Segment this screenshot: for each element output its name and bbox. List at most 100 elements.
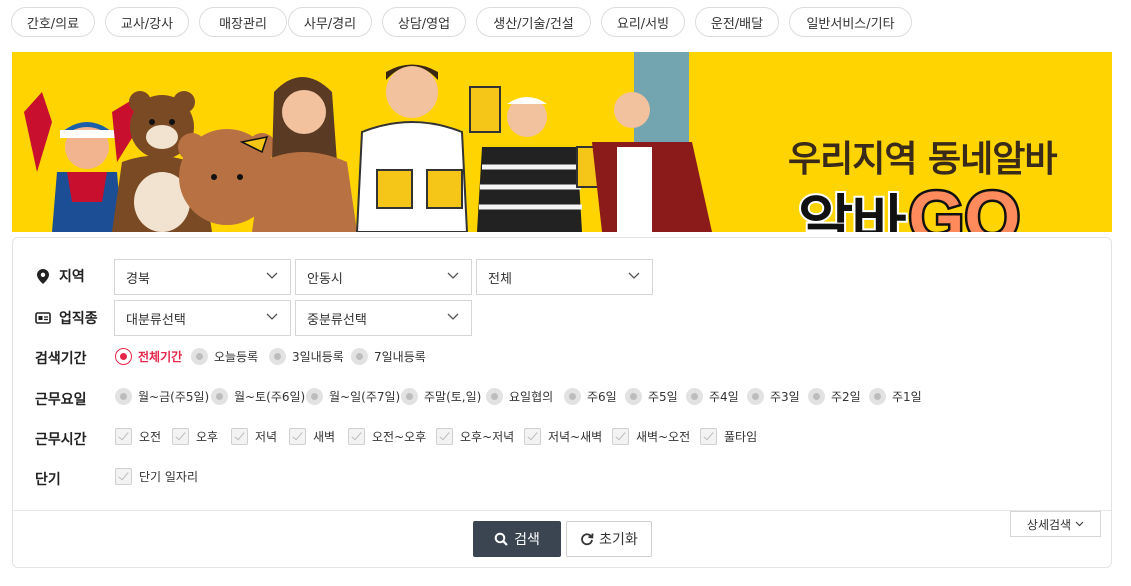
radio-icon xyxy=(747,388,764,405)
search-icon xyxy=(494,532,508,546)
workdays-option-label: 주1일 xyxy=(892,390,922,404)
workdays-radio-4days[interactable]: 주4일 xyxy=(686,388,739,405)
search-button-label: 검색 xyxy=(514,532,540,548)
worktime-check-fulltime[interactable]: 풀타임 xyxy=(700,428,757,445)
reset-button-label: 초기화 xyxy=(599,532,638,548)
checkbox-icon xyxy=(289,428,306,445)
category-pill-store[interactable]: 매장관리 xyxy=(199,7,287,37)
chevron-down-icon xyxy=(1075,521,1084,527)
workdays-row-label: 근무요일 xyxy=(35,389,87,409)
id-card-icon xyxy=(35,310,51,326)
workdays-radio-5days[interactable]: 주5일 xyxy=(625,388,678,405)
industry-major-select[interactable]: 대분류선택 xyxy=(114,300,291,336)
industry-minor-value: 중분류선택 xyxy=(307,312,367,328)
region-label: 지역 xyxy=(59,269,85,285)
category-pill-service[interactable]: 일반서비스/기타 xyxy=(789,7,912,37)
worktime-option-label: 오전 xyxy=(139,430,162,444)
worktime-option-label: 오후 xyxy=(196,430,219,444)
period-option-label: 오늘등록 xyxy=(214,350,259,364)
workdays-option-label: 요일협의 xyxy=(509,390,554,404)
banner-title-go: GO xyxy=(906,176,1023,233)
shortterm-row-label: 단기 xyxy=(35,469,61,489)
chevron-down-icon xyxy=(447,272,459,279)
category-pill-cooking[interactable]: 요리/서빙 xyxy=(601,7,685,37)
refresh-icon xyxy=(581,533,594,546)
radio-icon xyxy=(869,388,886,405)
workdays-radio-mon-sat[interactable]: 월~토(주6일) xyxy=(211,388,305,405)
category-pill-sales[interactable]: 상담/영업 xyxy=(382,7,466,37)
worktime-option-label: 풀타임 xyxy=(724,430,758,444)
workdays-radio-3days[interactable]: 주3일 xyxy=(747,388,800,405)
category-pill-nursing[interactable]: 간호/의료 xyxy=(11,7,95,37)
detail-search-button[interactable]: 상세검색 xyxy=(1010,511,1101,537)
character-waiter-illustration xyxy=(592,52,712,232)
region-row-label: 지역 xyxy=(35,266,85,286)
workdays-option-label: 월~금(주5일) xyxy=(138,390,210,404)
region-province-select[interactable]: 경북 xyxy=(114,259,291,295)
period-radio-7days[interactable]: 7일내등록 xyxy=(351,348,426,365)
workdays-radio-2days[interactable]: 주2일 xyxy=(808,388,861,405)
workdays-radio-negotiable[interactable]: 요일협의 xyxy=(486,388,553,405)
search-filter-panel: 지역 경북 안동시 전체 업직종 대분류선택 중분류선택 검색기간 전체기간 오… xyxy=(12,237,1112,568)
workdays-option-label: 주말(토,일) xyxy=(424,390,482,404)
radio-icon xyxy=(625,388,642,405)
worktime-option-label: 저녁~새벽 xyxy=(548,430,603,444)
workdays-option-label: 주2일 xyxy=(831,390,861,404)
radio-icon xyxy=(564,388,581,405)
workdays-radio-weekend[interactable]: 주말(토,일) xyxy=(401,388,481,405)
worktime-check-morning[interactable]: 오전 xyxy=(115,428,161,445)
search-button[interactable]: 검색 xyxy=(473,521,561,557)
worktime-option-label: 새벽~오전 xyxy=(636,430,691,444)
checkbox-icon xyxy=(612,428,629,445)
period-radio-all[interactable]: 전체기간 xyxy=(115,348,182,365)
period-radio-today[interactable]: 오늘등록 xyxy=(191,348,258,365)
radio-icon xyxy=(211,388,228,405)
period-row-label: 검색기간 xyxy=(35,348,87,368)
workdays-option-label: 주5일 xyxy=(648,390,678,404)
worktime-option-label: 오후~저녁 xyxy=(460,430,515,444)
checkbox-icon xyxy=(172,428,189,445)
radio-icon xyxy=(486,388,503,405)
category-pill-production[interactable]: 생산/기술/건설 xyxy=(476,7,591,37)
radio-icon xyxy=(191,348,208,365)
radio-icon xyxy=(351,348,368,365)
category-pill-delivery[interactable]: 운전/배달 xyxy=(695,7,779,37)
region-city-select[interactable]: 안동시 xyxy=(295,259,472,295)
workdays-radio-1day[interactable]: 주1일 xyxy=(869,388,922,405)
radio-icon xyxy=(269,348,286,365)
worktime-check-morning-afternoon[interactable]: 오전~오후 xyxy=(348,428,426,445)
workdays-radio-mon-fri[interactable]: 월~금(주5일) xyxy=(115,388,209,405)
radio-icon xyxy=(686,388,703,405)
region-district-select[interactable]: 전체 xyxy=(476,259,653,295)
workdays-option-label: 월~일(주7일) xyxy=(329,390,401,404)
workdays-radio-6days[interactable]: 주6일 xyxy=(564,388,617,405)
chevron-down-icon xyxy=(266,272,278,279)
promo-banner[interactable]: 우리지역 동네알바 알바 GO xyxy=(12,52,1112,232)
banner-title: 알바 GO xyxy=(796,176,1023,233)
category-pill-teacher[interactable]: 교사/강사 xyxy=(105,7,189,37)
worktime-label: 근무시간 xyxy=(35,432,87,448)
worktime-check-dawn-morning[interactable]: 새벽~오전 xyxy=(612,428,690,445)
period-radio-3days[interactable]: 3일내등록 xyxy=(269,348,344,365)
worktime-check-evening-dawn[interactable]: 저녁~새벽 xyxy=(524,428,602,445)
shortterm-check[interactable]: 단기 일자리 xyxy=(115,468,198,485)
industry-minor-select[interactable]: 중분류선택 xyxy=(295,300,472,336)
shortterm-option-label: 단기 일자리 xyxy=(139,470,199,484)
chevron-down-icon xyxy=(628,272,640,279)
worktime-check-dawn[interactable]: 새벽 xyxy=(289,428,335,445)
checkbox-icon xyxy=(700,428,717,445)
workdays-radio-mon-sun[interactable]: 월~일(주7일) xyxy=(306,388,400,405)
worktime-check-afternoon[interactable]: 오후 xyxy=(172,428,218,445)
character-bear-illustration xyxy=(112,91,276,232)
region-province-value: 경북 xyxy=(126,271,150,287)
workdays-option-label: 월~토(주6일) xyxy=(234,390,306,404)
radio-icon xyxy=(808,388,825,405)
worktime-option-label: 저녁 xyxy=(255,430,278,444)
radio-icon xyxy=(401,388,418,405)
chevron-down-icon xyxy=(266,313,278,320)
category-pill-office[interactable]: 사무/경리 xyxy=(288,7,372,37)
worktime-check-evening[interactable]: 저녁 xyxy=(231,428,277,445)
reset-button[interactable]: 초기화 xyxy=(566,521,652,557)
region-district-value: 전체 xyxy=(488,271,512,287)
worktime-check-afternoon-evening[interactable]: 오후~저녁 xyxy=(436,428,514,445)
